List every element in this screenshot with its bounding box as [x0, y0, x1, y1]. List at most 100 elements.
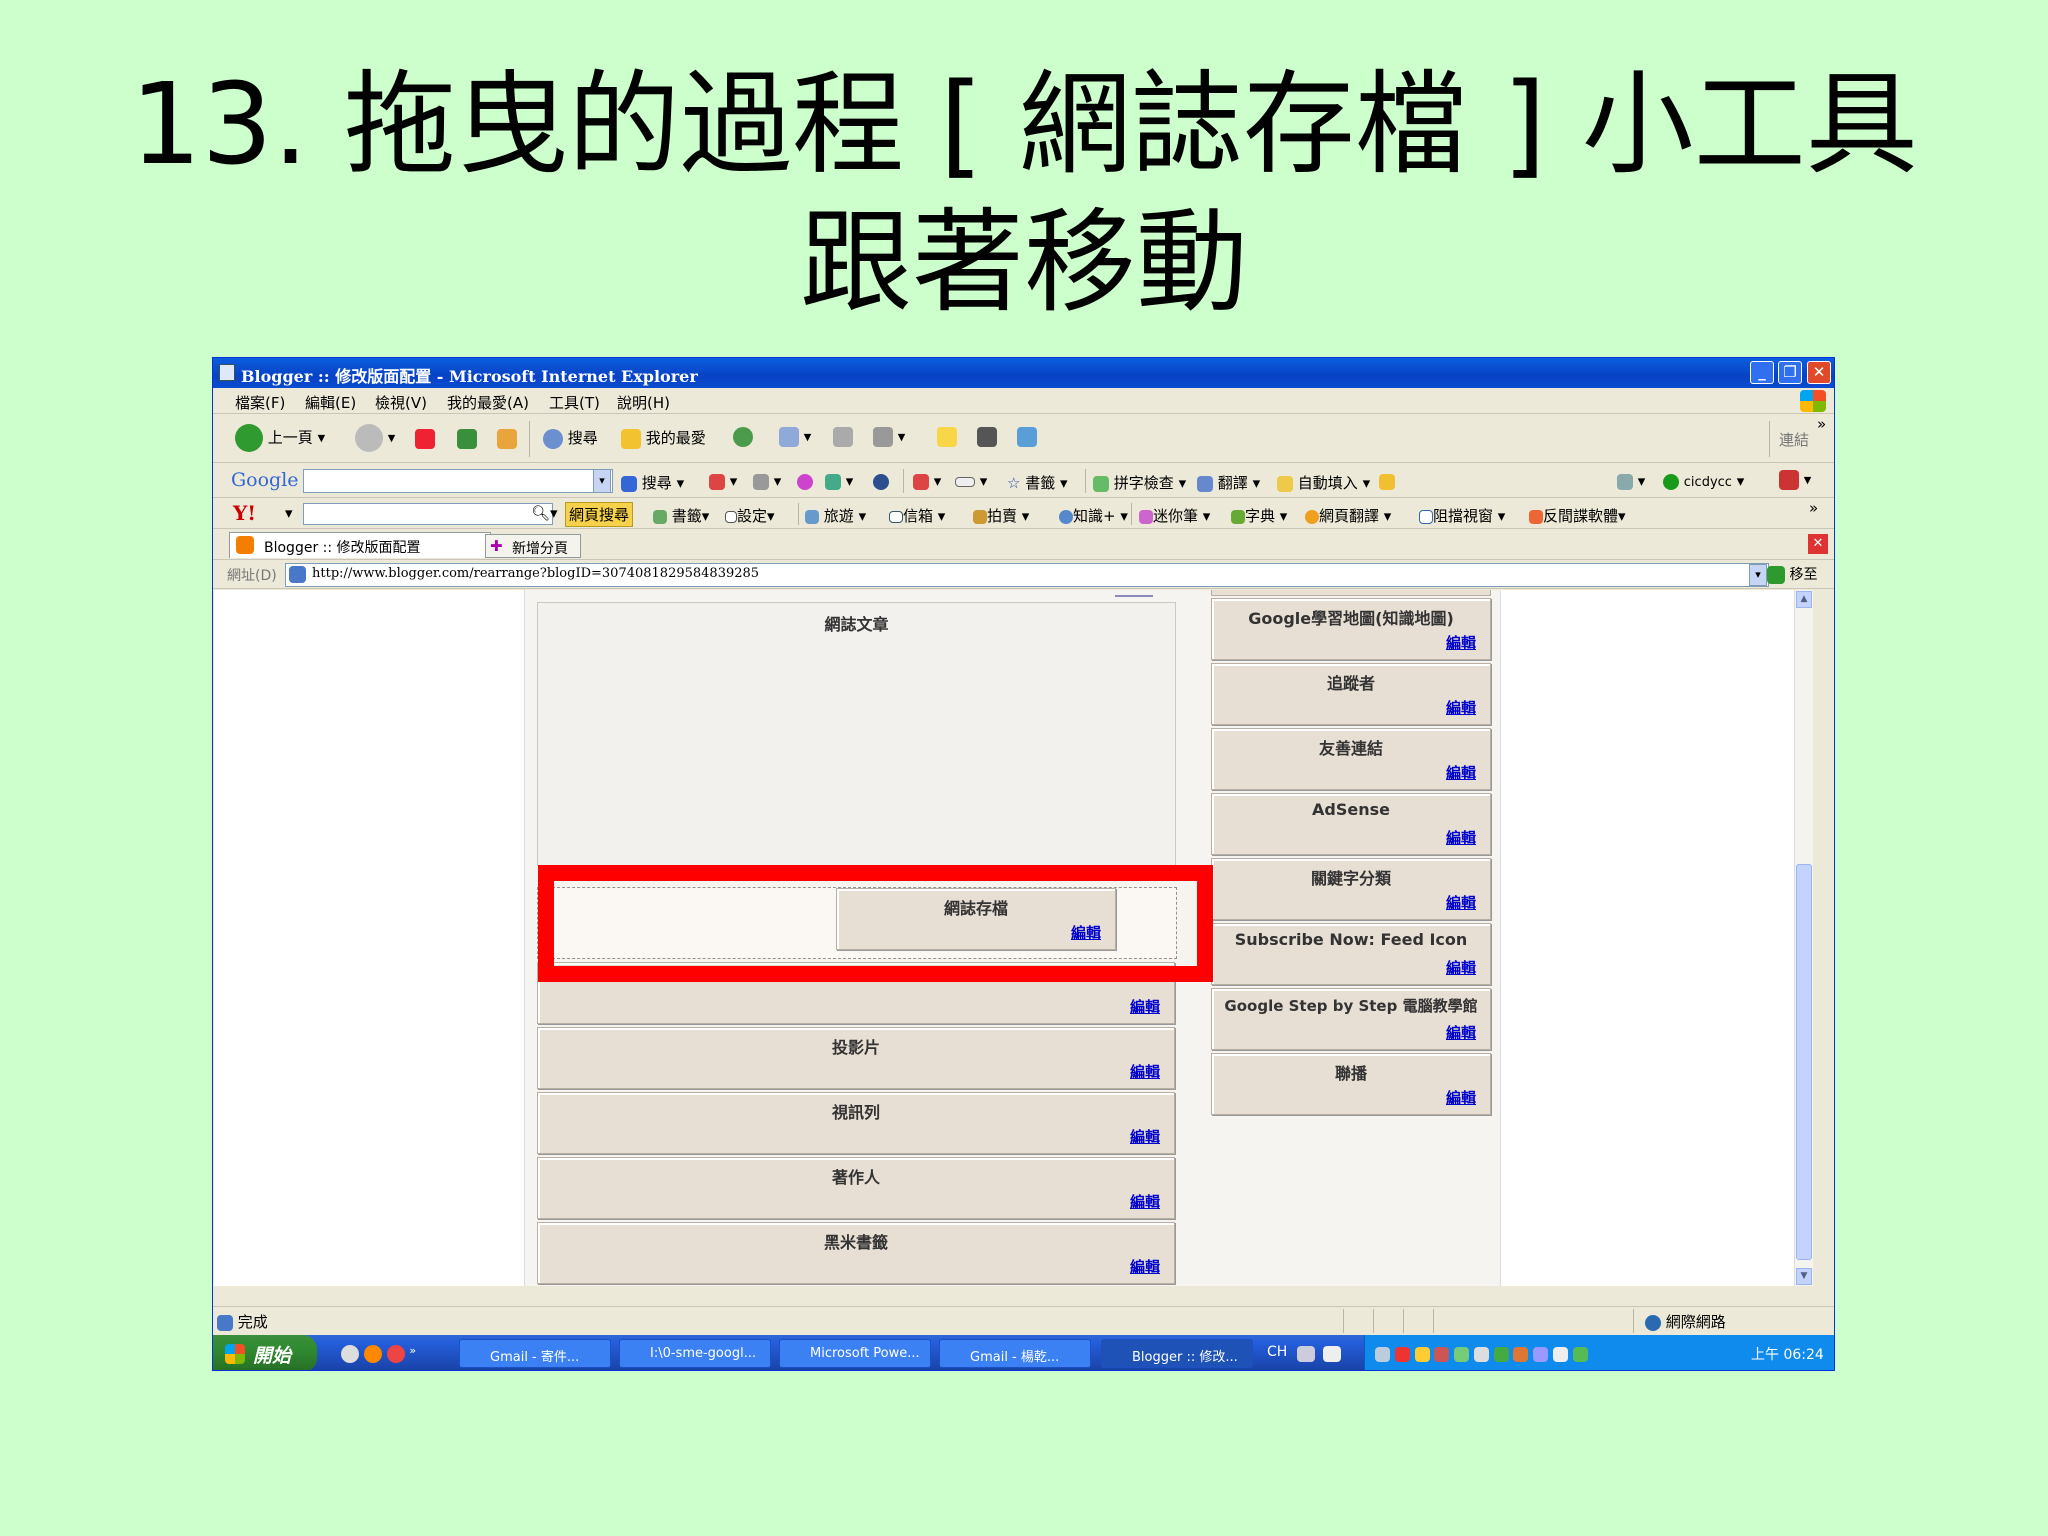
widget-edit-link[interactable]: 編輯 — [1130, 1061, 1160, 1082]
popup-blocker-button[interactable]: ▾ — [913, 472, 941, 490]
start-button[interactable]: 開始 — [213, 1335, 317, 1370]
translate-icon-button[interactable] — [873, 472, 889, 490]
news-button[interactable]: ▾ — [753, 472, 781, 490]
right-widget-1[interactable]: 追蹤者 編輯 — [1211, 663, 1491, 725]
yahoo-bookmarks-button[interactable]: 書籤▾ — [653, 505, 709, 526]
right-widget-4[interactable]: 關鍵字分類 編輯 — [1211, 858, 1491, 920]
yahoo-menu-dropdown[interactable]: ▾ — [285, 504, 293, 522]
add-button[interactable]: ▾ — [825, 472, 853, 490]
widget-edit-link[interactable]: 編輯 — [1446, 892, 1476, 913]
new-tab-button[interactable]: ✚ 新增分頁 — [485, 534, 581, 558]
left-widget-1[interactable]: 投影片 編輯 — [537, 1027, 1175, 1089]
yahoo-minipen-button[interactable]: 迷你筆 ▾ — [1139, 505, 1210, 526]
menu-favorites[interactable]: 我的最愛(A) — [447, 392, 529, 413]
menu-help[interactable]: 說明(H) — [617, 392, 670, 413]
history-button[interactable] — [733, 427, 753, 447]
widget-edit-link[interactable]: 編輯 — [1130, 996, 1160, 1017]
search-button[interactable]: 搜尋 — [543, 427, 598, 449]
right-widget-5[interactable]: Subscribe Now: Feed Icon 編輯 — [1211, 923, 1491, 985]
vertical-scrollbar[interactable]: ▲ ▼ — [1794, 590, 1813, 1286]
back-button[interactable]: 上一頁 ▾ — [235, 424, 325, 452]
home-button[interactable] — [497, 429, 517, 449]
pdf-button[interactable]: ▾ — [1779, 470, 1811, 490]
right-widget-2[interactable]: 友善連結 編輯 — [1211, 728, 1491, 790]
menu-edit[interactable]: 編輯(E) — [305, 392, 356, 413]
google-search-input[interactable] — [303, 469, 613, 493]
picasa-button[interactable] — [797, 472, 813, 490]
language-indicator[interactable]: CH — [1267, 1344, 1287, 1360]
widget-edit-link[interactable]: 編輯 — [1446, 1087, 1476, 1108]
menu-file[interactable]: 檔案(F) — [235, 392, 285, 413]
widget-edit-link[interactable]: 編輯 — [1446, 1022, 1476, 1043]
tray-icons[interactable] — [1375, 1345, 1588, 1363]
yahoo-search-input[interactable] — [303, 503, 553, 525]
highlight-button[interactable]: ▾ — [955, 472, 987, 490]
yahoo-chevron[interactable]: » — [1809, 499, 1818, 517]
menu-tools[interactable]: 工具(T) — [549, 392, 600, 413]
yahoo-travel-button[interactable]: 旅遊 ▾ — [805, 505, 866, 526]
google-bookmarks-button[interactable]: ☆ 書籤 ▾ — [1007, 472, 1068, 493]
google-search-button[interactable]: 搜尋 ▾ — [621, 472, 684, 493]
keyboard-icon[interactable] — [1297, 1344, 1315, 1362]
close-tab-icon[interactable]: ✕ — [1808, 534, 1828, 554]
yahoo-search-options[interactable]: 🔍︎▾ — [531, 504, 558, 522]
links-label[interactable]: 連結 — [1779, 429, 1809, 450]
google-search-dropdown[interactable]: ▾ — [593, 469, 611, 493]
yahoo-page-translate-button[interactable]: 網頁翻譯 ▾ — [1305, 505, 1391, 526]
refresh-button[interactable] — [457, 429, 477, 449]
forward-button[interactable]: ▾ — [355, 424, 395, 452]
stop-button[interactable] — [415, 429, 435, 449]
close-button[interactable]: ✕ — [1807, 361, 1831, 384]
right-widget-0[interactable]: Google學習地圖(知識地圖) 編輯 — [1211, 598, 1491, 660]
yahoo-mail-button[interactable]: 信箱 ▾ — [889, 505, 945, 526]
widget-edit-link[interactable]: 編輯 — [1130, 1191, 1160, 1212]
right-widget-7[interactable]: 聯播 編輯 — [1211, 1053, 1491, 1115]
taskbar-button-1[interactable]: I:\0-sme-googl... — [619, 1339, 771, 1368]
toolbar-chevron[interactable]: » — [1817, 415, 1826, 433]
spellcheck-button[interactable]: 拼字檢查 ▾ — [1093, 472, 1186, 493]
taskbar-button-2[interactable]: Microsoft Powe... — [779, 1339, 931, 1368]
window-title-bar[interactable]: Blogger :: 修改版面配置 - Microsoft Internet E… — [213, 358, 1834, 388]
autofill-button[interactable]: 自動填入 ▾ — [1277, 472, 1370, 493]
yahoo-settings-button[interactable]: 設定▾ — [725, 505, 775, 526]
widget-edit-link[interactable]: 編輯 — [1446, 632, 1476, 653]
wrench-button[interactable]: ▾ — [1617, 472, 1645, 490]
yahoo-anti-spyware-button[interactable]: 反間諜軟體▾ — [1529, 505, 1626, 526]
right-widget-6[interactable]: Google Step by Step 電腦教學館 編輯 — [1211, 988, 1491, 1050]
pencil-button[interactable] — [1379, 472, 1395, 490]
ime-pen-icon[interactable] — [1323, 1344, 1341, 1362]
yahoo-knowledge-button[interactable]: 知識+ ▾ — [1059, 505, 1128, 526]
yahoo-auction-button[interactable]: 拍賣 ▾ — [973, 505, 1029, 526]
discuss-button[interactable] — [937, 427, 957, 447]
widget-edit-link[interactable]: 編輯 — [1446, 957, 1476, 978]
scrollbar-thumb[interactable] — [1796, 864, 1812, 1260]
address-dropdown[interactable]: ▾ — [1749, 564, 1767, 586]
scroll-down-arrow-icon[interactable]: ▼ — [1796, 1268, 1812, 1285]
widget-edit-link[interactable]: 編輯 — [1130, 1126, 1160, 1147]
google-translate-button[interactable]: 翻譯 ▾ — [1197, 472, 1260, 493]
widget-edit-link[interactable]: 編輯 — [1446, 762, 1476, 783]
taskbar-button-0[interactable]: Gmail - 寄件... — [459, 1339, 611, 1368]
left-widget-3[interactable]: 著作人 編輯 — [537, 1157, 1175, 1219]
widget-edit-link[interactable]: 編輯 — [1130, 1256, 1160, 1277]
minimize-button[interactable]: _ — [1750, 361, 1774, 384]
taskbar-button-3[interactable]: Gmail - 楊乾... — [939, 1339, 1091, 1368]
address-input[interactable]: http://www.blogger.com/rearrange?blogID=… — [285, 563, 1769, 587]
scroll-up-arrow-icon[interactable]: ▲ — [1796, 591, 1812, 608]
widget-edit-link[interactable]: 編輯 — [1446, 697, 1476, 718]
restore-button[interactable]: ❐ — [1778, 361, 1802, 384]
widget-edit-link[interactable]: 編輯 — [1446, 827, 1476, 848]
favorites-button[interactable]: 我的最愛 — [621, 427, 706, 449]
left-widget-4[interactable]: 黑米書籤 編輯 — [537, 1222, 1175, 1284]
yahoo-popup-block-button[interactable]: 阻擋視窗 ▾ — [1419, 505, 1505, 526]
taskbar-button-4[interactable]: Blogger :: 修改... — [1101, 1339, 1253, 1368]
mail-button[interactable]: ▾ — [779, 427, 811, 447]
right-widget-3[interactable]: AdSense 編輯 — [1211, 793, 1491, 855]
google-account-button[interactable]: cicdycc ▾ — [1663, 472, 1744, 490]
main-blog-posts-widget[interactable]: 網誌文章 — [537, 602, 1176, 866]
quicklaunch-icons[interactable]: » — [341, 1344, 416, 1363]
yahoo-web-search-button[interactable]: 網頁搜尋 — [565, 502, 634, 527]
messenger-button[interactable] — [1017, 427, 1037, 447]
research-button[interactable] — [977, 427, 997, 447]
yahoo-dictionary-button[interactable]: 字典 ▾ — [1231, 505, 1287, 526]
